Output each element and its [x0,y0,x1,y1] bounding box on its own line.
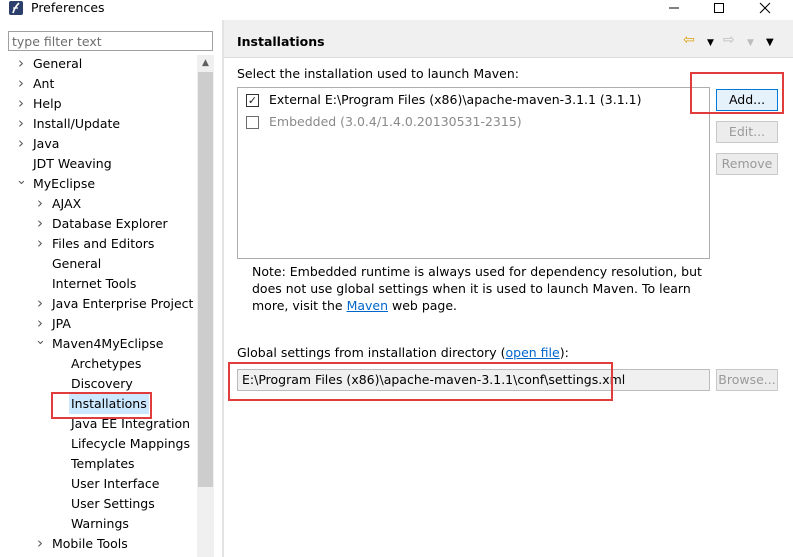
tree-scrollbar[interactable]: ▲ [197,55,214,557]
tree-item[interactable]: User Interface [0,474,197,494]
forward-dropdown-icon[interactable]: ▼ [747,35,754,51]
add-button-highlight [690,72,784,114]
tree-item-label: MyEclipse [33,176,96,191]
expanded-arrow-icon[interactable]: ⌄ [16,174,27,194]
tree-item-label: Files and Editors [52,236,155,251]
remove-button[interactable]: Remove [716,153,778,175]
filter-input[interactable] [8,31,213,51]
collapsed-arrow-icon[interactable]: › [35,314,45,334]
embedded-installation-label: Embedded (3.0.4/1.4.0.20130531-2315) [269,114,522,129]
tree-item[interactable]: › Java [0,134,197,154]
tree-item-label: Maven4MyEclipse [52,336,164,351]
edit-button[interactable]: Edit... [716,121,778,143]
tree-item[interactable]: › Install/Update [0,114,197,134]
eclipse-app-icon [9,1,23,15]
tree-item[interactable]: › Files and Editors [0,234,197,254]
note-suffix: web page. [392,298,458,313]
tree-item[interactable]: JDT Weaving [0,154,197,174]
collapsed-arrow-icon[interactable]: › [16,114,26,134]
tree-item[interactable]: ⌄ MyEclipse [0,174,197,194]
global-settings-prefix: Global settings from installation direct… [237,345,506,360]
tree-item-label: Java Enterprise Project [52,296,194,311]
installations-list[interactable]: ✓ External E:\Program Files (x86)\apache… [237,87,710,259]
installations-item-highlight [51,392,152,419]
tree-item[interactable]: › General [0,54,197,74]
tree-item-label: Lifecycle Mappings [71,436,190,451]
tree-item[interactable]: › AJAX [0,194,197,214]
browse-button[interactable]: Browse... [716,369,778,391]
open-file-link[interactable]: open file [506,345,560,360]
page-title: Installations [237,34,325,49]
tree-item-label: Java [33,136,60,151]
tree-item-label: General [33,56,83,71]
tree-item-label: Database Explorer [52,216,168,231]
tree-item-label: Templates [71,456,135,471]
tree-item[interactable]: › JPA [0,314,197,334]
tree-item[interactable]: › Help [0,94,197,114]
back-dropdown-icon[interactable]: ▼ [707,35,714,51]
tree-item-label: JDT Weaving [33,156,112,171]
tree-item-label: Archetypes [71,356,142,371]
collapsed-arrow-icon[interactable]: › [16,74,26,94]
collapsed-arrow-icon[interactable]: › [35,294,45,314]
collapsed-arrow-icon[interactable]: › [35,234,45,254]
embedded-checkbox[interactable] [246,116,259,129]
tree-item[interactable]: Internet Tools [0,274,197,294]
tree-item-label: Help [33,96,62,111]
back-arrow-icon[interactable]: ⇦ [683,32,695,48]
collapsed-arrow-icon[interactable]: › [35,534,45,554]
tree-item-label: JPA [52,316,71,331]
tree-item[interactable]: Archetypes [0,354,197,374]
tree-item-label: User Settings [71,496,155,511]
tree-item-label: AJAX [52,196,82,211]
tree-item-label: User Interface [71,476,160,491]
view-menu-icon[interactable]: ▼ [766,35,774,51]
settings-path-highlight [228,362,613,401]
external-installation-label: External E:\Program Files (x86)\apache-m… [269,92,642,107]
tree-item[interactable]: Lifecycle Mappings [0,434,197,454]
tree-item[interactable]: › Ant [0,74,197,94]
close-icon[interactable] [755,0,775,16]
title-bar: Preferences [0,0,793,20]
tree-item-label: Internet Tools [52,276,137,291]
select-installation-label: Select the installation used to launch M… [237,66,519,81]
collapsed-arrow-icon[interactable]: › [35,214,45,234]
tree-item[interactable]: ⌄ Maven4MyEclipse [0,334,197,354]
collapsed-arrow-icon[interactable]: › [16,94,26,114]
window-title: Preferences [31,0,105,15]
tree-item[interactable]: Warnings [0,514,197,534]
scroll-up-icon[interactable]: ▲ [197,55,214,72]
forward-arrow-icon[interactable]: ⇨ [723,32,735,48]
collapsed-arrow-icon[interactable]: › [35,194,45,214]
tree-item[interactable]: › Database Explorer [0,214,197,234]
maximize-icon[interactable] [709,0,729,16]
collapsed-arrow-icon[interactable]: › [16,54,26,74]
tree-item[interactable]: General [0,254,197,274]
note-text: Note: Embedded runtime is always used fo… [252,264,702,313]
collapsed-arrow-icon[interactable]: › [16,134,26,154]
tree-item[interactable]: User Settings [0,494,197,514]
tree-item-label: Ant [33,76,55,91]
scroll-thumb[interactable] [198,72,213,487]
page-header: Installations ⇦ ▼ ⇨ ▼ ▼ [224,20,793,58]
preference-tree-panel: › General › Ant › Help › Install/Update › Java JDT… [0,20,222,557]
tree-item[interactable]: › Mobile Tools [0,534,197,554]
maven-link[interactable]: Maven [347,298,388,313]
tree-item-label: General [52,256,102,271]
embedded-runtime-note: Note: Embedded runtime is always used fo… [252,263,712,314]
tree-item-label: Mobile Tools [52,536,128,551]
tree-item-label: Discovery [71,376,133,391]
global-settings-suffix: ): [559,345,569,360]
tree-item[interactable]: Templates [0,454,197,474]
global-settings-label: Global settings from installation direct… [237,345,569,360]
external-checkbox[interactable]: ✓ [246,94,259,107]
tree-item[interactable]: › Java Enterprise Project [0,294,197,314]
tree-item-label: Install/Update [33,116,121,131]
tree-item[interactable]: Discovery [0,374,197,394]
minimize-icon[interactable] [664,0,684,16]
expanded-arrow-icon[interactable]: ⌄ [35,334,46,354]
tree-item-label: Warnings [71,516,129,531]
